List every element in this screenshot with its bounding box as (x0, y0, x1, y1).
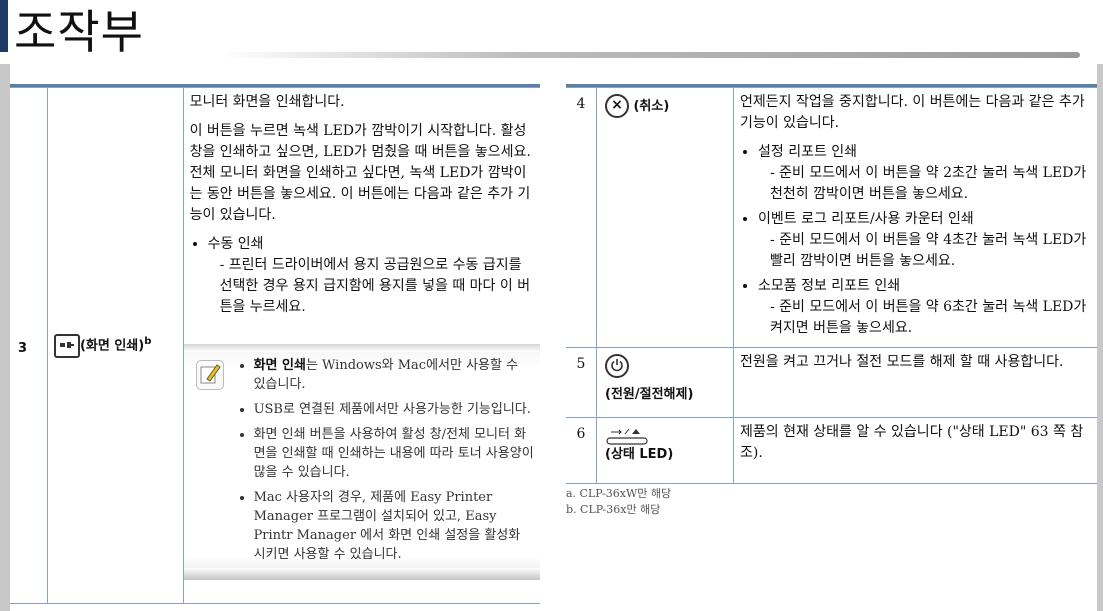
list-item: 수동 인쇄 - 프린터 드라이버에서 용지 공급원으로 수동 급지를 선택한 경… (208, 234, 534, 318)
print-screen-icon (53, 333, 80, 358)
footnote-marker: b (144, 336, 152, 347)
list-item: 소모품 정보 리포트 인쇄 - 준비 모드에서 이 버튼을 약 6초간 눌러 녹… (758, 276, 1089, 339)
list-item: 이벤트 로그 리포트/사용 카운터 인쇄 - 준비 모드에서 이 버튼을 약 4… (758, 209, 1089, 272)
title-divider (220, 52, 1080, 58)
row-number: 6 (566, 417, 597, 484)
row-number: 5 (566, 347, 597, 418)
note-pencil-icon (195, 360, 224, 390)
feature-list: 수동 인쇄 - 프린터 드라이버에서 용지 공급원으로 수동 급지를 선택한 경… (190, 234, 534, 318)
desc-paragraph: 언제든지 작업을 중지합니다. 이 버튼에는 다음과 같은 추가 기능이 있습니… (740, 94, 1085, 131)
desc-paragraph: 모니터 화면을 인쇄합니다. (189, 94, 345, 110)
feature-detail: - 프린터 드라이버에서 용지 공급원으로 수동 급지를 선택한 경우 용지 급… (219, 257, 531, 315)
row-description: 모니터 화면을 인쇄합니다. 이 버튼을 누르면 녹색 LED가 깜박이기 시작… (182, 87, 540, 604)
table-row: 6 (상태 LED) 제품의 현재 상태를 알 수 있습니다 ("상태 LED"… (566, 417, 1097, 484)
desc-paragraph: 이 버튼을 누르면 녹색 LED가 깜박이기 시작합니다. 활성 창을 인쇄하고… (189, 123, 531, 223)
feature-title: 수동 인쇄 (207, 236, 264, 252)
feature-detail: - 준비 모드에서 이 버튼을 약 4초간 눌러 녹색 LED가 빨리 깜박이면… (770, 232, 1087, 269)
row-name-cell: × (취소) (596, 87, 734, 348)
feature-title: 소모품 정보 리포트 인쇄 (758, 278, 901, 294)
row-name-cell: (전원/절전해제) (596, 347, 734, 418)
list-item: 설정 리포트 인쇄 - 준비 모드에서 이 버튼을 약 2초간 눌러 녹색 LE… (758, 142, 1089, 205)
table-row: 5 (전원/절전해제) 전원을 켜고 끄거나 절전 모드를 해제 할 때 사용합… (566, 347, 1097, 418)
row-name-cell: (화면 인쇄)b (46, 87, 184, 604)
row-name-cell: (상태 LED) (596, 417, 734, 484)
note-item: 화면 인쇄는 Windows와 Mac에서만 사용할 수 있습니다. (254, 356, 534, 394)
button-name: (취소) (633, 99, 670, 114)
power-icon (605, 354, 629, 378)
feature-title: 이벤트 로그 리포트/사용 카운터 인쇄 (758, 211, 974, 227)
note-item: 화면 인쇄 버튼을 사용하여 활성 창/전체 모니터 화면을 인쇄할 때 인쇄하… (254, 425, 534, 482)
cancel-icon: × (605, 94, 629, 118)
table-row: 3 (화면 인쇄)b 모니터 화면을 인쇄합니다. 이 버튼을 누르면 녹색 L… (10, 87, 540, 604)
note-shadow (183, 344, 540, 352)
feature-list: 설정 리포트 인쇄 - 준비 모드에서 이 버튼을 약 2초간 눌러 녹색 LE… (740, 142, 1089, 339)
note-box: 화면 인쇄는 Windows와 Mac에서만 사용할 수 있습니다. USB로 … (183, 344, 540, 580)
button-name: (상태 LED) (605, 447, 674, 462)
row-description: 전원을 켜고 끄거나 절전 모드를 해제 할 때 사용합니다. (733, 347, 1097, 418)
row-description: 제품의 현재 상태를 알 수 있습니다 ("상태 LED" 63 쪽 참조). (733, 417, 1097, 484)
button-name: (화면 인쇄) (79, 338, 145, 354)
footnote: a. CLP-36xW만 해당 (566, 487, 672, 500)
note-bold-term: 화면 인쇄 (253, 358, 306, 373)
note-list: 화면 인쇄는 Windows와 Mac에서만 사용할 수 있습니다. USB로 … (240, 356, 534, 564)
feature-detail: - 준비 모드에서 이 버튼을 약 2초간 눌러 녹색 LED가 천천히 깜박이… (770, 165, 1087, 202)
footnotes: a. CLP-36xW만 해당 b. CLP-36x만 해당 (566, 486, 671, 518)
row-number: 4 (566, 87, 597, 348)
button-name: (전원/절전해제) (605, 387, 694, 402)
table-row: 4 × (취소) 언제든지 작업을 중지합니다. 이 버튼에는 다음과 같은 추… (566, 87, 1097, 348)
header: 조작부 (0, 0, 1103, 64)
left-table: 3 (화면 인쇄)b 모니터 화면을 인쇄합니다. 이 버튼을 누르면 녹색 L… (10, 87, 540, 604)
note-item: Mac 사용자의 경우, 제품에 Easy Printer Manager 프로… (254, 488, 534, 564)
feature-title: 설정 리포트 인쇄 (758, 144, 858, 160)
right-table: 4 × (취소) 언제든지 작업을 중지합니다. 이 버튼에는 다음과 같은 추… (566, 87, 1097, 484)
title-accent-bar (0, 0, 8, 52)
row-description: 언제든지 작업을 중지합니다. 이 버튼에는 다음과 같은 추가 기능이 있습니… (733, 87, 1097, 348)
note-shadow (183, 568, 540, 580)
footnote: b. CLP-36x만 해당 (566, 503, 661, 516)
row-number: 3 (10, 87, 48, 604)
page-title: 조작부 (14, 5, 144, 59)
status-led-icon (605, 428, 665, 445)
feature-detail: - 준비 모드에서 이 버튼을 약 6초간 눌러 녹색 LED가 켜지면 버튼을… (770, 299, 1087, 336)
note-item: USB로 연결된 제품에서만 사용가능한 기능입니다. (254, 400, 534, 419)
